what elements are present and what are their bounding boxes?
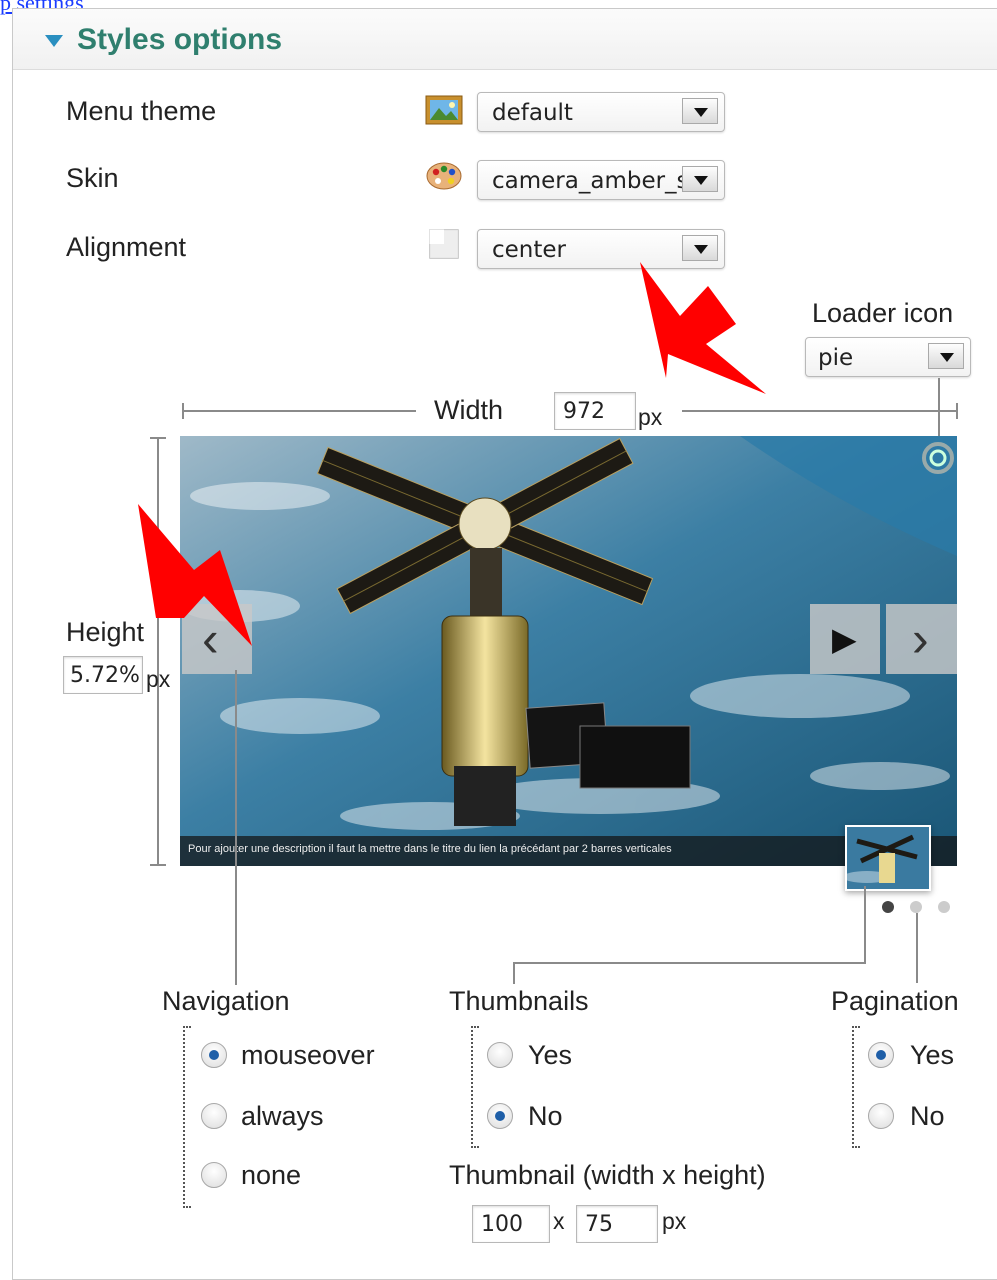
width-line-left: [182, 410, 416, 412]
navigation-always-label: always: [241, 1101, 324, 1131]
navigation-none-radio[interactable]: [201, 1162, 227, 1188]
slide-thumbnail[interactable]: [845, 825, 931, 891]
width-label: Width: [434, 395, 504, 425]
width-value: 972: [563, 399, 605, 424]
height-tick-bottom: [150, 864, 166, 866]
height-input[interactable]: 5.72%: [63, 656, 143, 694]
loader-connector-line: [938, 378, 940, 438]
navigation-always-radio[interactable]: [201, 1103, 227, 1129]
slide-caption-bar: Pour ajouter une description il faut la …: [180, 836, 957, 866]
loader-icon-label: Loader icon: [812, 298, 954, 328]
pagination-dot-2[interactable]: [910, 901, 922, 913]
thumbnail-height-value: 75: [585, 1212, 613, 1237]
thumbnails-no-label: No: [528, 1101, 563, 1131]
loader-icon-value: pie: [818, 345, 854, 371]
alignment-label: Alignment: [66, 232, 187, 262]
navigation-none-label: none: [241, 1160, 302, 1190]
navigation-bracket: [183, 1026, 191, 1208]
chevron-down-icon[interactable]: [928, 343, 964, 369]
pagination-yes-radio[interactable]: [868, 1042, 894, 1068]
thumbnails-bracket: [471, 1026, 479, 1148]
chevron-down-icon[interactable]: [682, 98, 718, 124]
thumbnail-image: [847, 827, 929, 889]
thumbnails-connector-horizontal: [513, 962, 866, 964]
pagination-dot-3[interactable]: [938, 901, 950, 913]
pagination-yes-label: Yes: [910, 1040, 955, 1070]
skin-value: camera_amber_s: [492, 168, 689, 194]
next-button[interactable]: ›: [886, 604, 957, 674]
collapse-triangle-icon[interactable]: [45, 35, 63, 47]
alignment-value: center: [492, 237, 566, 263]
navigation-connector-line: [235, 670, 237, 985]
next-icon: ›: [912, 611, 929, 667]
pagination-bracket: [852, 1026, 860, 1148]
thumbnail-width-value: 100: [481, 1212, 523, 1237]
pagination-dot-1[interactable]: [882, 901, 894, 913]
width-line-right: [682, 410, 958, 412]
panel-header[interactable]: Styles options: [13, 9, 997, 70]
thumbnails-connector-drop: [513, 962, 515, 984]
slider-preview: Pour ajouter une description il faut la …: [180, 436, 957, 866]
skin-label: Skin: [66, 163, 119, 193]
thumbnails-label: Thumbnails: [449, 986, 589, 1016]
width-unit: px: [638, 404, 663, 430]
menu-theme-value: default: [492, 100, 573, 126]
menu-theme-label: Menu theme: [66, 96, 217, 126]
red-annotation-arrow-icon: [640, 262, 766, 394]
thumbnails-connector-vertical: [864, 886, 866, 964]
width-input[interactable]: 972: [554, 392, 636, 430]
loader-pie-icon: [922, 442, 954, 474]
menu-theme-select[interactable]: default: [477, 92, 725, 132]
pagination-label: Pagination: [831, 986, 959, 1016]
alignment-icon: [429, 229, 459, 259]
thumbnails-no-radio[interactable]: [487, 1103, 513, 1129]
thumbnail-width-input[interactable]: 100: [472, 1205, 550, 1243]
pagination-connector-line: [916, 913, 918, 983]
thumbnails-yes-label: Yes: [528, 1040, 573, 1070]
navigation-label: Navigation: [162, 986, 290, 1016]
pagination-no-radio[interactable]: [868, 1103, 894, 1129]
chevron-down-icon[interactable]: [682, 166, 718, 192]
play-button[interactable]: ▶: [810, 604, 880, 674]
thumbnail-size-unit: px: [662, 1208, 687, 1234]
skin-select[interactable]: camera_amber_s: [477, 160, 725, 200]
thumbnails-yes-radio[interactable]: [487, 1042, 513, 1068]
height-value: 5.72%: [70, 663, 140, 688]
palette-icon: [426, 162, 462, 190]
red-annotation-arrow-icon: [138, 504, 252, 646]
play-icon: ▶: [832, 621, 857, 657]
width-tick-right: [956, 403, 958, 419]
height-unit: px: [146, 666, 171, 692]
slide-caption: Pour ajouter une description il faut la …: [188, 843, 672, 855]
navigation-mouseover-label: mouseover: [241, 1040, 375, 1070]
height-label: Height: [66, 617, 145, 647]
pagination-no-label: No: [910, 1101, 945, 1131]
landscape-image-icon: [425, 95, 463, 125]
thumbnail-height-input[interactable]: 75: [576, 1205, 658, 1243]
navigation-mouseover-radio[interactable]: [201, 1042, 227, 1068]
loader-icon-select[interactable]: pie: [805, 337, 971, 377]
thumbnail-size-label: Thumbnail (width x height): [449, 1160, 766, 1190]
thumbnail-size-separator: x: [553, 1208, 565, 1234]
panel-title: Styles options: [77, 23, 283, 56]
